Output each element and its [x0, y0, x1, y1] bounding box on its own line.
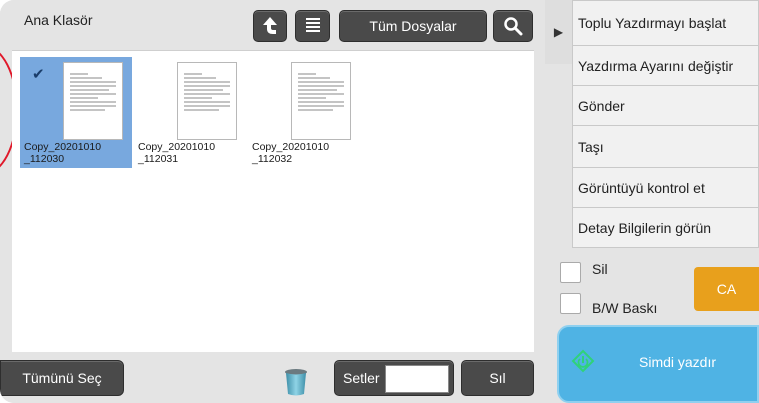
file-name: Copy_20201010 _112030: [24, 141, 102, 165]
sets-label: Setler: [343, 370, 380, 386]
up-folder-button[interactable]: [253, 10, 287, 42]
action-menu: Toplu Yazdırmayı başlat Yazdırma Ayarını…: [572, 0, 759, 248]
list-view-button[interactable]: [295, 10, 330, 42]
menu-item-batch-print[interactable]: Toplu Yazdırmayı başlat: [572, 0, 759, 46]
bw-print-checkbox[interactable]: [560, 293, 581, 314]
bottom-bar: Tümünü Seç Setler Sıl: [0, 352, 545, 403]
menu-item-send[interactable]: Gönder: [572, 86, 759, 126]
all-files-button[interactable]: Tüm Dosyalar: [339, 10, 487, 42]
file-name: Copy_20201010 _112032: [252, 141, 330, 165]
clear-all-button[interactable]: CA: [694, 267, 759, 311]
bw-print-label: B/W Baskı: [592, 299, 658, 316]
document-preview: [63, 62, 123, 140]
collapse-arrow-icon: ▶: [553, 25, 564, 39]
sets-button[interactable]: Setler: [334, 360, 454, 396]
delete-option[interactable]: Sil: [560, 260, 608, 283]
start-diamond-icon: [571, 349, 595, 373]
trash-icon: [285, 369, 307, 396]
file-retrieve-screen: Ana Klasör Tüm Dosyalar ✔ Copy_20201010 …: [0, 0, 759, 403]
title-bar: Ana Klasör Tüm Dosyalar: [0, 0, 540, 50]
select-all-button[interactable]: Tümünü Seç: [0, 360, 124, 396]
file-thumbnail[interactable]: Copy_20201010 _112031: [134, 57, 246, 168]
folder-title: Ana Klasör: [24, 12, 93, 28]
delete-button[interactable]: Sıl: [461, 360, 534, 396]
document-preview: [291, 62, 351, 140]
menu-item-move[interactable]: Taşı: [572, 126, 759, 168]
print-now-button[interactable]: Simdi yazdır: [557, 325, 759, 403]
file-thumbnail[interactable]: Copy_20201010 _112032: [248, 57, 360, 168]
list-view-icon: [305, 18, 320, 32]
delete-checkbox-label: Sil: [592, 260, 608, 277]
delete-checkbox[interactable]: [560, 262, 581, 283]
file-grid: ✔ Copy_20201010 _112030 Copy_20201010 _112…: [12, 50, 534, 352]
search-icon: [504, 17, 523, 36]
menu-item-change-print-settings[interactable]: Yazdırma Ayarını değiştir: [572, 46, 759, 86]
print-now-label: Simdi yazdır: [639, 354, 717, 370]
checkmark-icon: ✔: [32, 66, 45, 83]
file-thumbnail[interactable]: ✔ Copy_20201010 _112030: [20, 57, 132, 168]
search-button[interactable]: [493, 10, 533, 42]
file-name: Copy_20201010 _112031: [138, 141, 216, 165]
menu-item-detail-info[interactable]: Detay Bilgilerin görün: [572, 208, 759, 248]
menu-item-check-image[interactable]: Görüntüyü kontrol et: [572, 168, 759, 208]
collapse-panel-button[interactable]: ▶: [545, 0, 573, 64]
sets-count-field[interactable]: [385, 365, 449, 393]
up-arrow-icon: [263, 17, 277, 34]
bw-print-option[interactable]: B/W Baskı: [560, 293, 658, 316]
document-preview: [177, 62, 237, 140]
